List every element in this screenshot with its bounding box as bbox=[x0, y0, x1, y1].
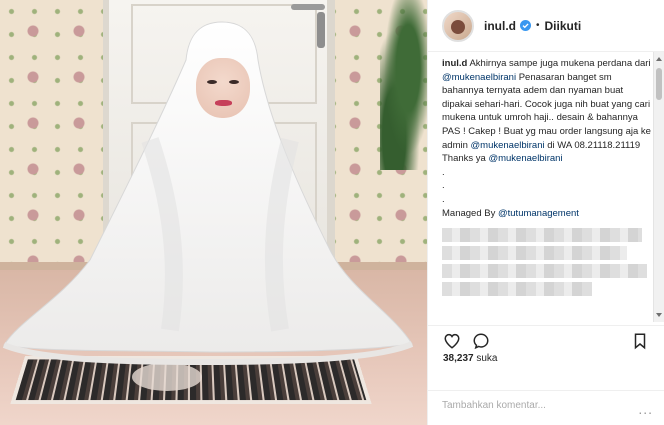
mention-link[interactable]: @mukenaelbirani bbox=[488, 153, 562, 164]
caption-text: Thanks ya bbox=[442, 153, 489, 165]
caption-text: Akhirnya sampe juga mukena perdana dari bbox=[467, 58, 651, 69]
caption-dot: . bbox=[442, 180, 445, 192]
eye bbox=[207, 80, 217, 84]
comment-icon[interactable] bbox=[472, 332, 490, 350]
blurred-comment bbox=[442, 282, 592, 297]
caption-dot: . bbox=[442, 166, 445, 178]
blurred-comment bbox=[442, 246, 627, 261]
lips bbox=[215, 100, 232, 106]
post-sidebar: inul.d • Diikuti inul.d Akhirnya sampe j… bbox=[427, 0, 664, 425]
mention-link[interactable]: @mukenaelbirani bbox=[442, 72, 516, 83]
blurred-comment bbox=[442, 264, 647, 279]
caption-managed: Managed By @tutumanagement bbox=[442, 207, 652, 221]
scroll-thumb[interactable] bbox=[656, 68, 662, 100]
caption-thanks: Thanks ya @mukenaelbirani bbox=[442, 152, 652, 166]
scroll-up-arrow-icon[interactable] bbox=[656, 57, 662, 61]
action-bar bbox=[428, 325, 664, 351]
scroll-down-arrow-icon[interactable] bbox=[656, 313, 662, 317]
post-photo[interactable] bbox=[0, 0, 427, 425]
heart-icon[interactable] bbox=[443, 332, 461, 350]
eye bbox=[229, 80, 239, 84]
caption-scrollbar[interactable] bbox=[653, 52, 664, 322]
likes-number: 38,237 bbox=[443, 353, 474, 364]
separator: • bbox=[536, 20, 540, 31]
mention-link[interactable]: @tutumanagement bbox=[498, 208, 579, 219]
caption-author[interactable]: inul.d bbox=[442, 58, 467, 69]
post-header: inul.d • Diikuti bbox=[428, 0, 664, 52]
username-link[interactable]: inul.d bbox=[484, 19, 516, 33]
comment-box: ... bbox=[428, 390, 664, 425]
follow-status-button[interactable]: Diikuti bbox=[545, 19, 582, 33]
caption-text: di WA 08.21118.21119 bbox=[544, 139, 641, 151]
more-options-button[interactable]: ... bbox=[638, 401, 653, 417]
likes-count[interactable]: 38,237 suka bbox=[443, 353, 498, 364]
blurred-comment bbox=[442, 228, 642, 243]
caption-dot: . bbox=[442, 193, 445, 205]
bookmark-icon[interactable] bbox=[631, 332, 649, 350]
likes-label: suka bbox=[476, 353, 498, 364]
avatar[interactable] bbox=[442, 9, 474, 42]
verified-badge-icon bbox=[520, 20, 531, 31]
face bbox=[196, 58, 250, 118]
comment-input[interactable] bbox=[442, 400, 612, 411]
caption: inul.d Akhirnya sampe juga mukena perdan… bbox=[442, 57, 652, 325]
caption-text: Managed By bbox=[442, 207, 498, 219]
caption-body: inul.d Akhirnya sampe juga mukena perdan… bbox=[442, 57, 652, 152]
mention-link[interactable]: @mukenaelbirani bbox=[471, 140, 545, 151]
